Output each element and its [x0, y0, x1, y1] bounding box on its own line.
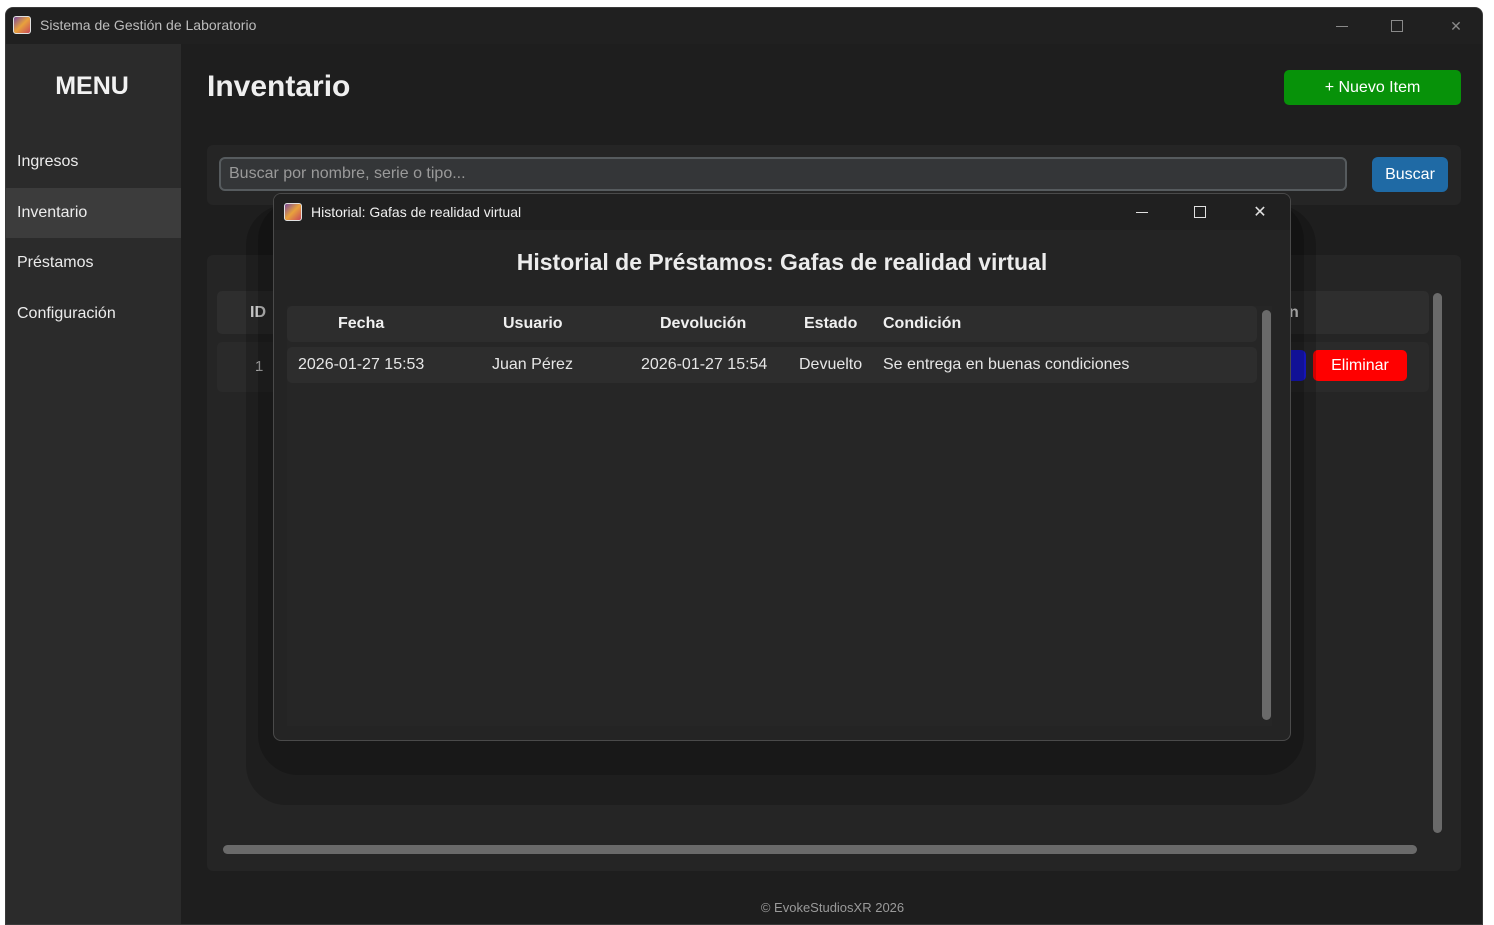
dialog-vertical-scrollbar[interactable]: [1262, 310, 1271, 720]
dialog-maximize-button[interactable]: [1177, 194, 1223, 230]
app-logo-icon: [284, 203, 302, 221]
history-row: 2026-01-27 15:53 Juan Pérez 2026-01-27 1…: [287, 347, 1257, 383]
dialog-close-button[interactable]: ✕: [1237, 194, 1283, 230]
sidebar-item-prestamos[interactable]: Préstamos: [6, 238, 181, 288]
history-list: Fecha Usuario Devolución Estado Condició…: [287, 306, 1272, 726]
column-header-fecha: Fecha: [338, 315, 385, 332]
dialog-minimize-button[interactable]: [1119, 194, 1165, 230]
cell-condicion: Se entrega en buenas condiciones: [883, 356, 1130, 373]
cell-estado: Devuelto: [799, 356, 863, 373]
maximize-icon: [1194, 206, 1206, 218]
cell-usuario: Juan Pérez: [492, 356, 573, 373]
sidebar: MENU Ingresos Inventario Préstamos Confi…: [6, 44, 181, 924]
minimize-icon: [1136, 211, 1148, 213]
sidebar-item-inventario[interactable]: Inventario: [6, 188, 181, 238]
cell-devolucion: 2026-01-27 15:54: [641, 356, 768, 373]
cell-fecha: 2026-01-27 15:53: [298, 356, 425, 373]
sidebar-item-configuracion[interactable]: Configuración: [6, 289, 181, 339]
menu-title: MENU: [55, 72, 129, 100]
column-header-estado: Estado: [804, 315, 858, 332]
app-logo-icon: [13, 16, 31, 34]
dialog-title-bar: Historial: Gafas de realidad virtual ✕: [274, 194, 1290, 230]
column-header-condicion: Condición: [883, 315, 962, 332]
close-icon: ✕: [1253, 204, 1267, 221]
sidebar-item-ingresos[interactable]: Ingresos: [6, 137, 181, 187]
footer-text: © EvokeStudiosXR 2026: [760, 900, 905, 915]
dialog-title: Historial: Gafas de realidad virtual: [311, 204, 522, 220]
dialog-heading: Historial de Préstamos: Gafas de realida…: [516, 249, 1048, 275]
history-header: Fecha Usuario Devolución Estado Condició…: [287, 306, 1257, 342]
column-header-usuario: Usuario: [503, 315, 563, 332]
column-header-devolucion: Devolución: [660, 315, 747, 332]
history-dialog: Historial: Gafas de realidad virtual ✕ H…: [273, 193, 1291, 741]
